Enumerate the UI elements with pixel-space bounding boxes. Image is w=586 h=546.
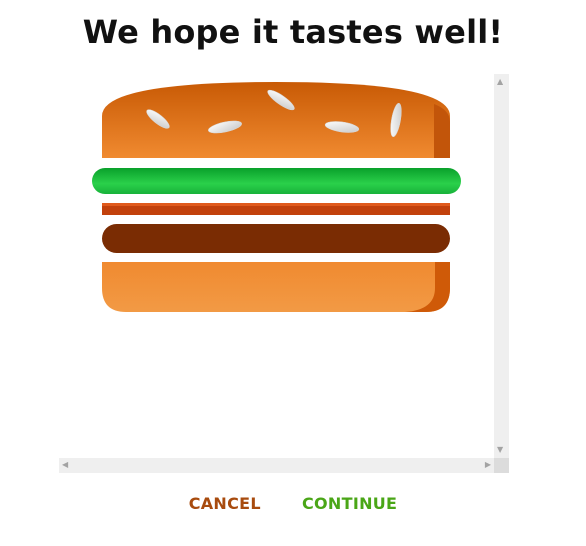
hamburger-illustration: [92, 82, 461, 312]
lettuce-layer: [92, 168, 461, 194]
patty-layer: [102, 224, 450, 253]
dialog-title: We hope it tastes well!: [82, 13, 504, 51]
vertical-scrollbar[interactable]: ▲ ▼: [494, 74, 509, 458]
cancel-button[interactable]: CANCEL: [183, 490, 267, 518]
tomato-layer: [102, 203, 450, 215]
continue-button[interactable]: CONTINUE: [296, 490, 403, 518]
scroll-right-icon[interactable]: ▶: [485, 461, 491, 469]
dialog: We hope it tastes well! ▲ ▼ ◀ ▶ CANCEL C…: [0, 0, 586, 546]
bottom-bun: [102, 262, 450, 312]
scroll-down-icon[interactable]: ▼: [497, 446, 503, 454]
scrollbar-corner: [494, 458, 509, 473]
scroll-left-icon[interactable]: ◀: [62, 461, 68, 469]
scroll-up-icon[interactable]: ▲: [497, 78, 503, 86]
illustration-canvas: [59, 74, 494, 458]
horizontal-scrollbar[interactable]: ◀ ▶: [59, 458, 494, 473]
scroll-viewport[interactable]: ▲ ▼ ◀ ▶: [59, 74, 509, 473]
dialog-actions: CANCEL CONTINUE: [0, 490, 586, 520]
